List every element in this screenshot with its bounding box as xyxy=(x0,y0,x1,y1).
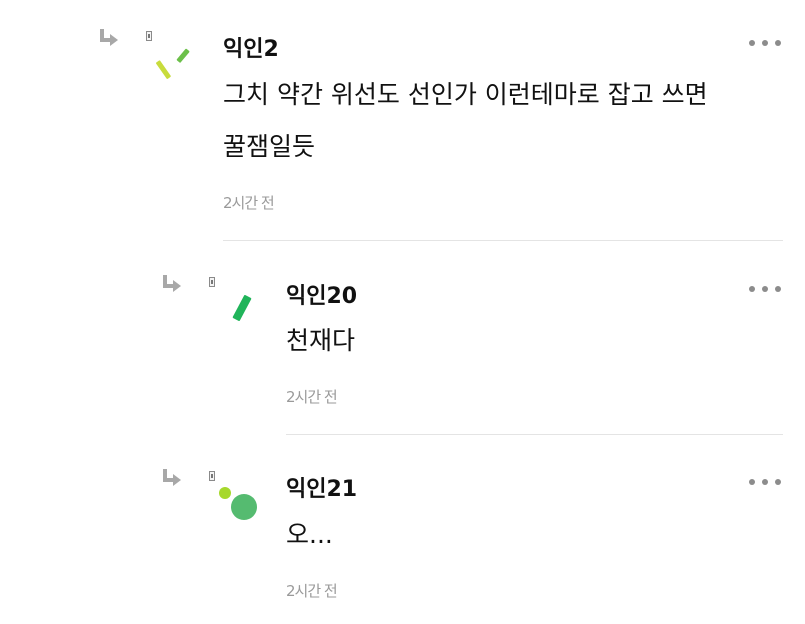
avatar[interactable] xyxy=(215,286,265,336)
comment-author[interactable]: 익인21 xyxy=(286,471,357,503)
comment-author[interactable]: 익인20 xyxy=(286,278,357,310)
comment-text-line: 오... xyxy=(286,520,333,549)
comment-divider xyxy=(223,240,783,241)
comment-text-line: 그치 약간 위선도 선인가 이런테마로 잡고 쓰면 xyxy=(223,80,708,109)
reply-arrow-icon xyxy=(100,29,118,46)
avatar[interactable] xyxy=(150,40,200,90)
comment-timestamp: 2시간 전 xyxy=(286,582,338,600)
comment-timestamp: 2시간 전 xyxy=(223,194,275,212)
comment-divider xyxy=(286,434,783,435)
reply-arrow-icon xyxy=(163,275,181,292)
more-options-icon[interactable] xyxy=(749,283,783,295)
comment-timestamp: 2시간 전 xyxy=(286,388,338,406)
comment-text-line: 천재다 xyxy=(286,326,356,355)
avatar[interactable] xyxy=(210,482,260,532)
more-options-icon[interactable] xyxy=(749,37,783,49)
comment-text-line: 꿀잼일듯 xyxy=(223,132,316,161)
reply-arrow-icon xyxy=(163,469,181,486)
comment-author[interactable]: 익인2 xyxy=(223,31,279,63)
more-options-icon[interactable] xyxy=(749,476,783,488)
member-badge-icon xyxy=(209,471,215,481)
